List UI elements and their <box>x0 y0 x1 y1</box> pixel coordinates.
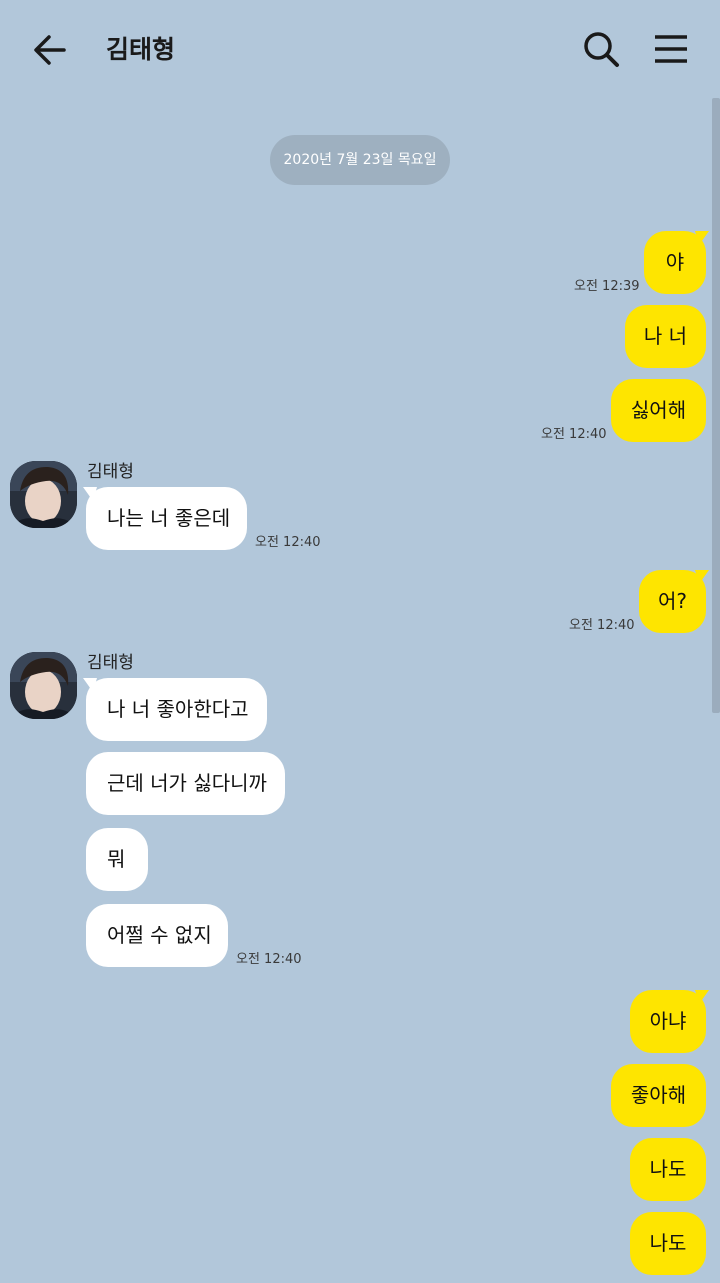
avatar[interactable] <box>10 652 77 719</box>
message-time: 오전 12:40 <box>569 618 635 633</box>
message-text: 나도 <box>649 1231 687 1255</box>
sent-message-bubble[interactable]: 야 <box>644 231 709 294</box>
search-icon <box>584 32 619 67</box>
message-text: 근데 너가 싫다니까 <box>107 771 267 795</box>
menu-button[interactable] <box>648 26 694 72</box>
search-button[interactable] <box>578 26 624 72</box>
hamburger-menu-icon <box>655 35 687 63</box>
bubble-tail <box>695 231 709 245</box>
sent-message-bubble[interactable]: 좋아해 <box>611 1064 706 1127</box>
message-time: 오전 12:40 <box>255 535 321 550</box>
bubble-tail <box>695 570 709 584</box>
message-text: 어쩔 수 없지 <box>107 923 212 947</box>
received-message-bubble[interactable]: 나는 너 좋은데 <box>83 487 247 550</box>
date-divider: 2020년 7월 23일 목요일 <box>270 135 450 185</box>
chat-header: 김태형 <box>0 0 720 98</box>
message-text: 어? <box>657 589 687 613</box>
message-text: 야 <box>665 250 685 274</box>
received-message-bubble[interactable]: 나 너 좋아한다고 <box>83 678 267 741</box>
message-text: 나는 너 좋은데 <box>107 506 231 530</box>
message-text: 좋아해 <box>630 1083 687 1107</box>
sender-name: 김태형 <box>87 653 134 673</box>
bubble-tail <box>695 990 709 1004</box>
sent-message-bubble[interactable]: 나 너 <box>625 305 706 368</box>
bubble-tail <box>83 487 97 501</box>
avatar-image <box>10 652 77 719</box>
message-text: 나도 <box>649 1157 687 1181</box>
received-message-bubble[interactable]: 근데 너가 싫다니까 <box>86 752 285 815</box>
message-time: 오전 12:40 <box>236 952 302 967</box>
message-text: 싫어해 <box>630 398 687 422</box>
arrow-left-icon <box>34 35 66 65</box>
sender-name: 김태형 <box>87 462 134 482</box>
sent-message-bubble[interactable]: 아냐 <box>630 990 709 1053</box>
message-text: 나 너 <box>643 324 688 348</box>
received-message-bubble[interactable]: 뭐 <box>86 828 148 891</box>
message-text: 나 너 좋아한다고 <box>107 697 249 721</box>
avatar-image <box>10 461 77 528</box>
sent-message-bubble[interactable]: 나도 <box>630 1212 706 1275</box>
back-button[interactable] <box>28 28 72 72</box>
received-message-bubble[interactable]: 어쩔 수 없지 <box>86 904 228 967</box>
chat-title: 김태형 <box>106 35 176 64</box>
message-text: 아냐 <box>649 1009 687 1033</box>
bubble-tail <box>83 678 97 692</box>
sent-message-bubble[interactable]: 싫어해 <box>611 379 706 442</box>
message-time: 오전 12:40 <box>541 427 607 442</box>
message-time: 오전 12:39 <box>574 279 640 294</box>
avatar[interactable] <box>10 461 77 528</box>
scrollbar[interactable] <box>712 98 720 713</box>
message-text: 뭐 <box>107 847 126 871</box>
sent-message-bubble[interactable]: 나도 <box>630 1138 706 1201</box>
sent-message-bubble[interactable]: 어? <box>639 570 709 633</box>
